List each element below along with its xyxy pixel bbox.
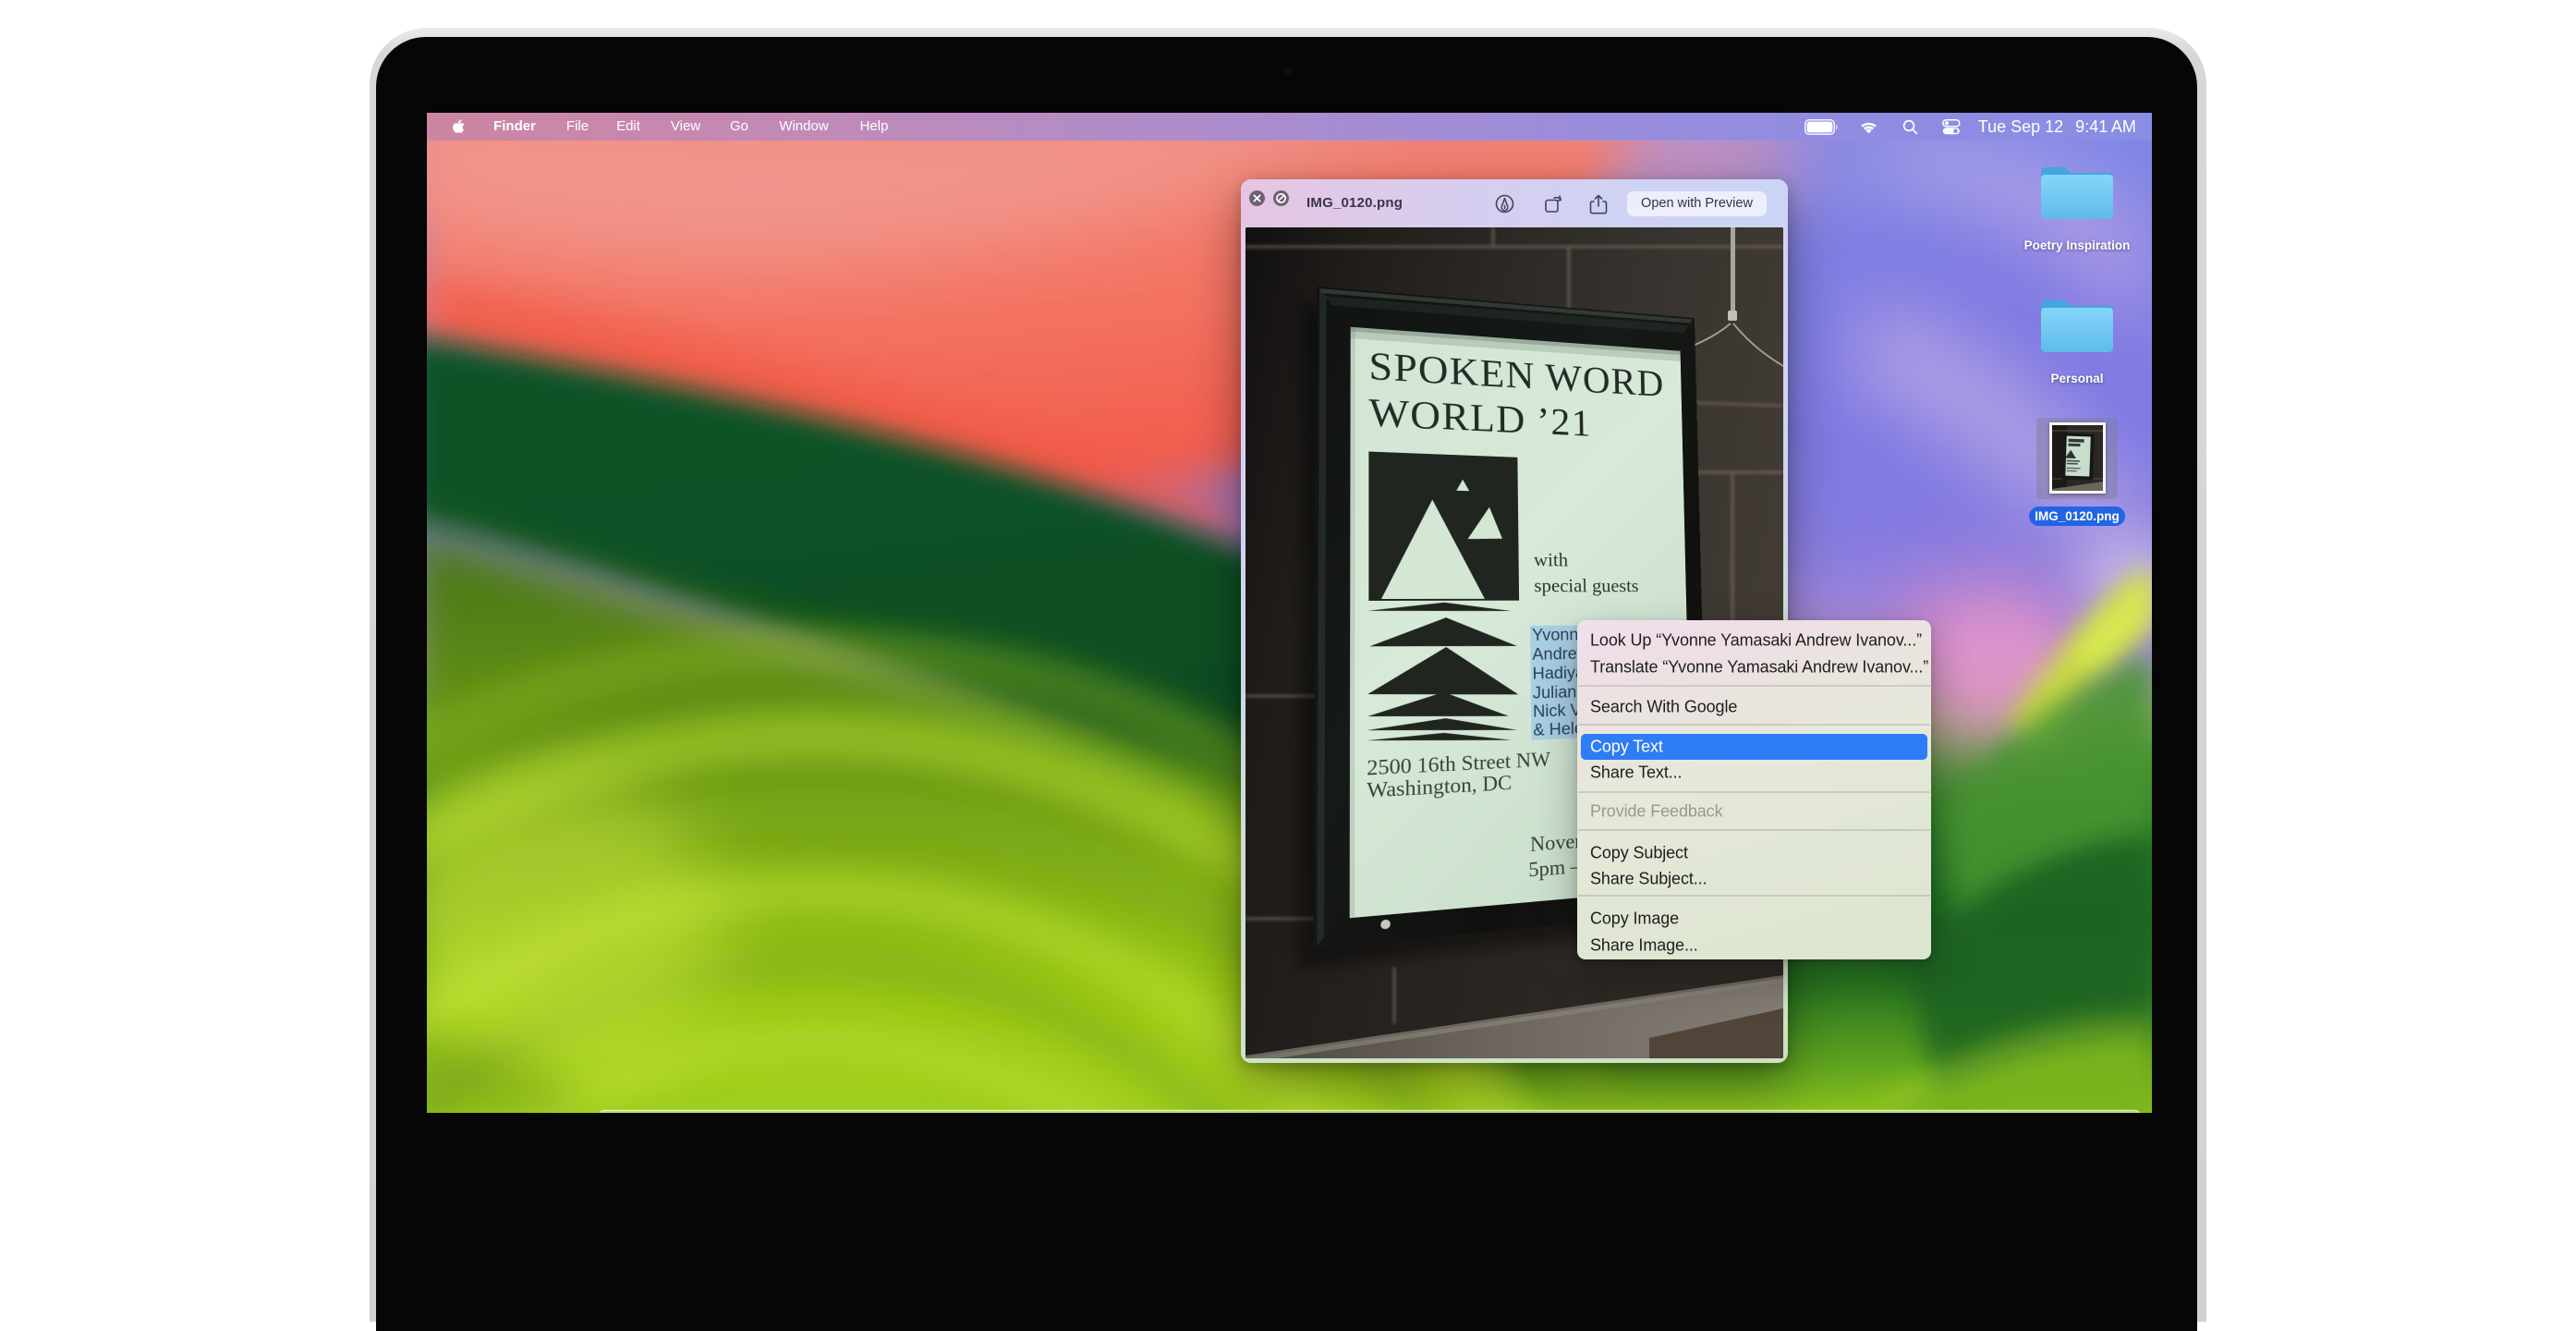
svg-text:with: with — [1534, 549, 1568, 570]
svg-text:special guests: special guests — [1534, 575, 1638, 596]
